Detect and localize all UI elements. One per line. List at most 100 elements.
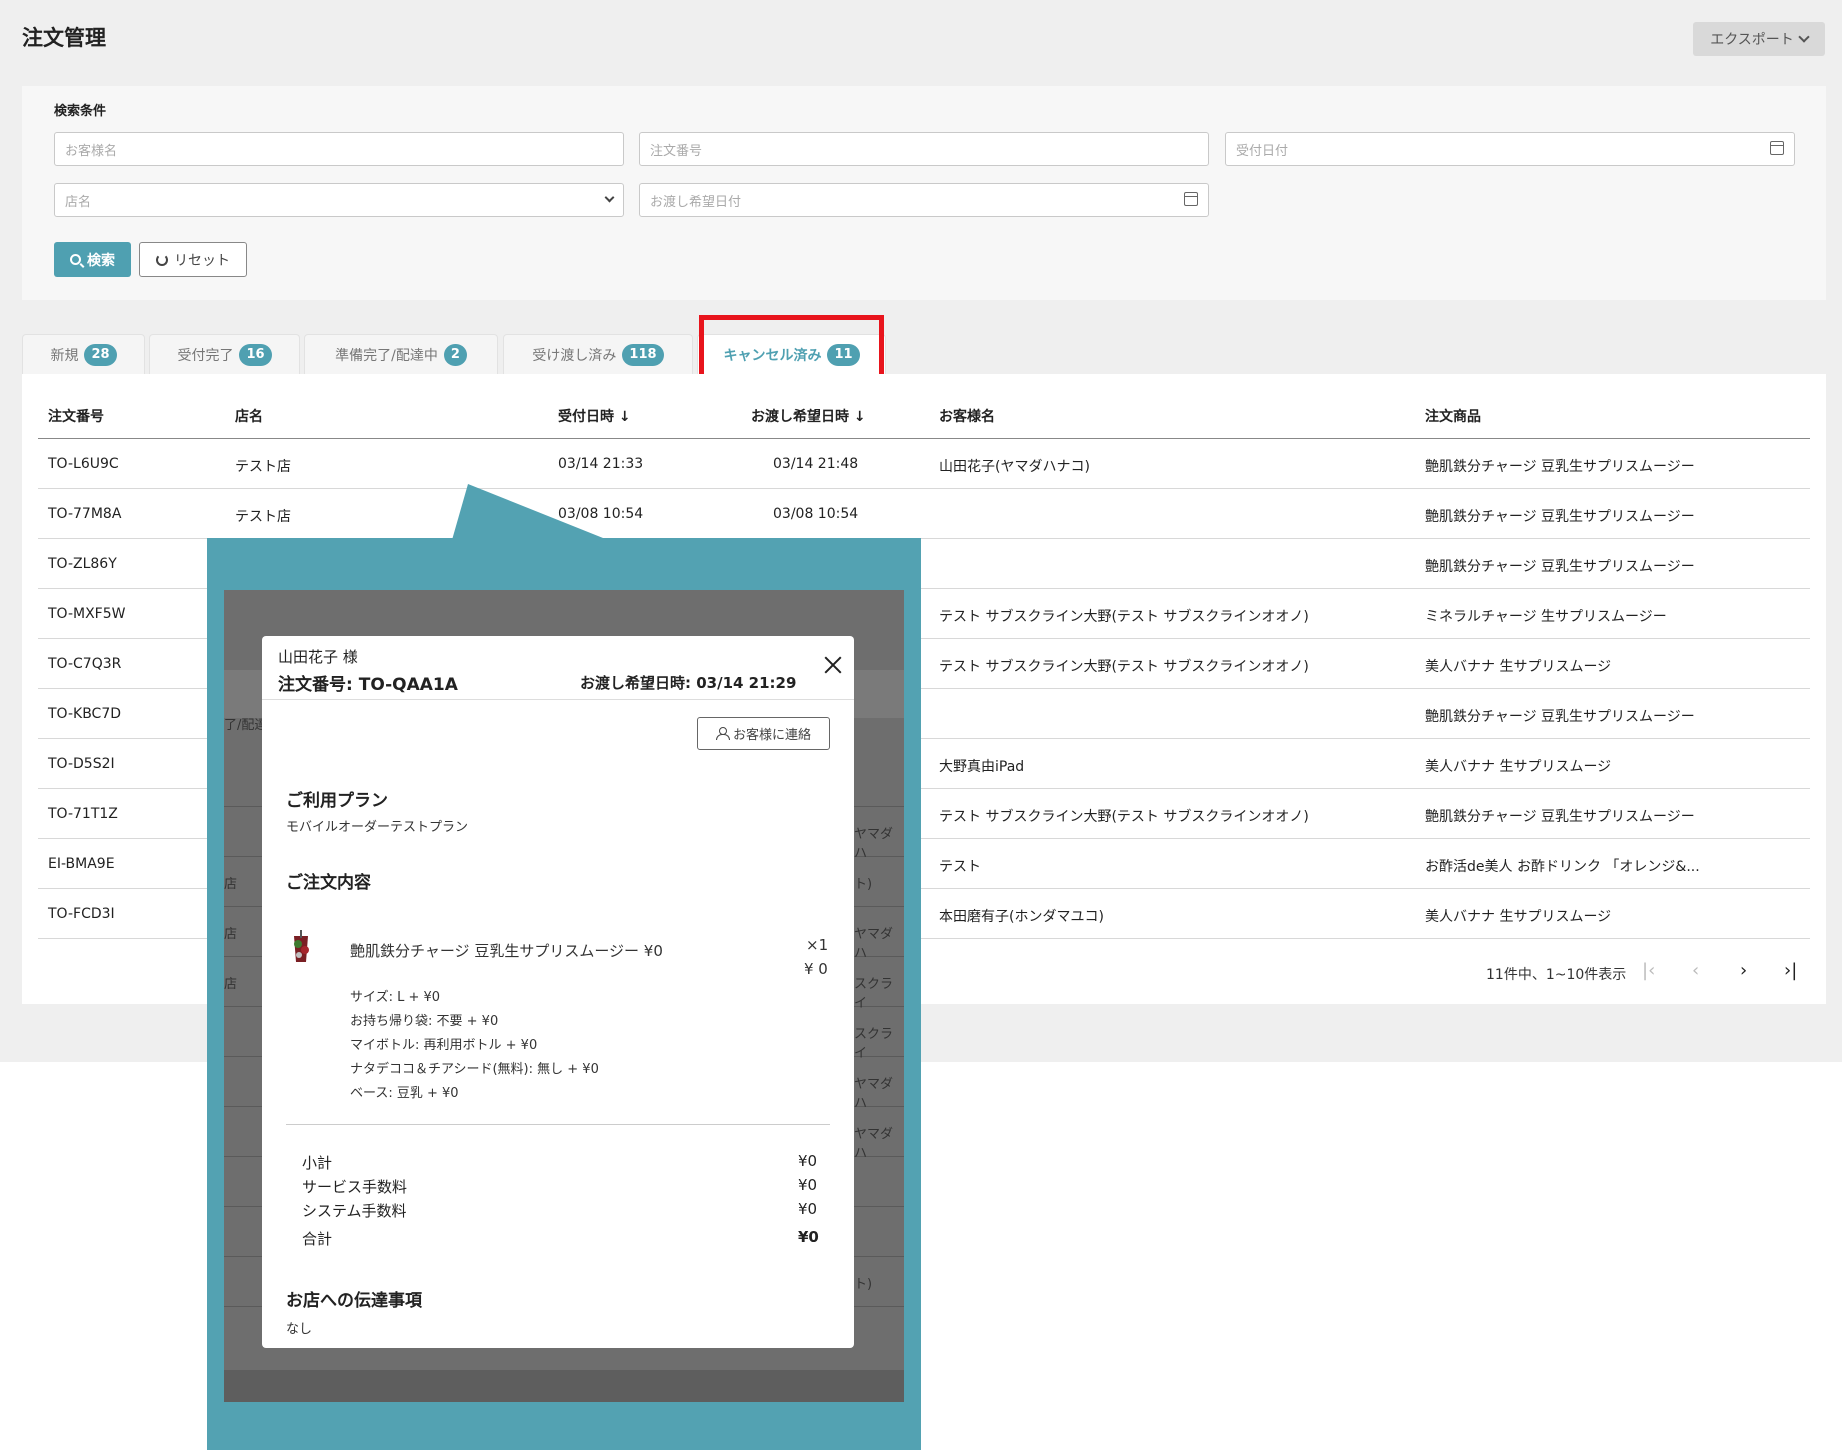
reset-button[interactable]: リセット [139,242,247,277]
cell-product: 艶肌鉄分チャージ 豆乳生サプリスムージー [1425,559,1695,575]
tab-ready-delivering[interactable]: 準備完了/配達中 2 [304,334,498,374]
shot-text-fragment: ト) [854,877,873,892]
modal-pickup-date: お渡し希望日時: 03/14 21:29 [580,674,797,692]
cell-product: 美人バナナ 生サプリスムージ [1425,759,1612,775]
item-quantity: ×1 [806,936,829,954]
tab-label: 準備完了/配達中 [335,347,438,364]
cell-order-number: TO-77M8A [48,506,122,522]
count-badge: 16 [239,343,272,366]
first-page-icon[interactable]: |‹ [1642,960,1655,981]
calendar-icon [1184,192,1198,206]
last-page-icon[interactable]: ›| [1784,960,1797,981]
system-fee-value: ¥0 [798,1200,818,1218]
cell-product: 美人バナナ 生サプリスムージ [1425,659,1612,675]
count-badge: 2 [443,343,467,366]
header-order-number[interactable]: 注文番号 [48,406,104,426]
cell-customer: 大野真由iPad [939,759,1025,775]
item-price: ¥ 0 [804,960,828,978]
pickup-date-placeholder: お渡し希望日付 [650,194,742,210]
shot-text-fragment: 店 [224,977,238,992]
modal-customer-name: 山田花子 様 [278,648,358,666]
cell-customer: テスト サブスクライン大野(テスト サブスクラインオオノ) [939,809,1309,825]
reset-button-label: リセット [174,252,230,269]
cell-order-number: EI-BMA9E [48,856,115,872]
table-row[interactable]: TO-77M8A テスト店 03/08 10:54 03/08 10:54 艶肌鉄分チャ… [38,489,1810,539]
chevron-down-icon [604,192,615,203]
total-label: 合計 [302,1230,333,1248]
pickup-date-input[interactable]: お渡し希望日付 [639,183,1209,217]
reload-icon [156,253,168,266]
close-icon[interactable] [822,654,844,676]
export-button[interactable]: エクスポート [1693,22,1825,56]
order-number-placeholder: 注文番号 [650,143,703,159]
item-name: 艶肌鉄分チャージ 豆乳生サプリスムージー ¥0 [350,942,663,960]
subtotal-label: 小計 [302,1154,333,1172]
item-option: お持ち帰り袋: 不要 + ¥0 [350,1014,499,1029]
cell-product: 艶肌鉄分チャージ 豆乳生サプリスムージー [1425,809,1695,825]
shot-text-fragment: ヤマダハ [854,1127,894,1161]
cell-customer: テスト サブスクライン大野(テスト サブスクラインオオノ) [939,659,1309,675]
count-badge: 118 [622,343,664,366]
tab-label: 新規 [50,347,79,364]
search-button-label: 検索 [87,252,115,269]
plan-heading: ご利用プラン [286,791,388,811]
item-option: サイズ: L + ¥0 [350,990,441,1005]
cell-product: お酢活de美人 お酢ドリンク 「オレンジ&... [1425,859,1700,875]
cell-order-number: TO-MXF5W [48,606,126,622]
search-panel: 検索条件 お客様名 注文番号 受付日付 店名 お渡し希望日付 検索 リセット [22,86,1826,300]
cell-customer: 本田磨有子(ホンダマユコ) [939,909,1104,925]
total-value: ¥0 [798,1228,819,1246]
received-date-placeholder: 受付日付 [1236,143,1289,159]
chevron-down-icon [1798,31,1810,43]
callout-pointer [452,484,608,540]
shot-text-fragment: 店 [224,927,238,942]
shot-footer-strip [224,1370,904,1402]
header-store[interactable]: 店名 [235,406,263,426]
item-option: ベース: 豆乳 + ¥0 [350,1086,459,1101]
cell-product: ミネラルチャージ 生サプリスムージー [1425,609,1667,625]
cell-order-number: TO-KBC7D [48,706,122,722]
customer-name-input[interactable]: お客様名 [54,132,624,166]
cell-order-number: TO-71T1Z [48,806,118,822]
shot-text-fragment: ト) [854,1277,873,1292]
search-button[interactable]: 検索 [54,242,131,277]
shot-text-fragment: 了/配達 [224,718,268,733]
store-placeholder: 店名 [65,194,92,210]
person-icon [715,727,730,740]
cell-product: 艶肌鉄分チャージ 豆乳生サプリスムージー [1425,509,1695,525]
header-pickup-at[interactable]: お渡し希望日時 ↓ [751,406,866,426]
store-select[interactable]: 店名 [54,183,624,217]
tab-handed-over[interactable]: 受け渡し済み 118 [503,334,693,374]
service-fee-value: ¥0 [798,1176,818,1194]
table-row[interactable]: TO-L6U9C テスト店 03/14 21:33 03/14 21:48 山田花子(ヤ… [38,439,1810,489]
search-icon [70,254,81,265]
item-option: ナタデココ＆チアシード(無料): 無し + ¥0 [350,1062,599,1077]
tab-accepted[interactable]: 受付完了 16 [149,334,300,374]
shot-text-fragment: スクライ [854,1027,894,1061]
header-customer[interactable]: お客様名 [939,406,995,426]
next-page-icon[interactable]: › [1740,960,1747,981]
prev-page-icon[interactable]: ‹ [1692,960,1699,981]
tab-label: 受付完了 [177,347,234,364]
tab-label: 受け渡し済み [532,347,617,364]
cell-product: 艶肌鉄分チャージ 豆乳生サプリスムージー [1425,459,1695,475]
item-option: マイボトル: 再利用ボトル + ¥0 [350,1038,538,1053]
cell-customer: テスト [939,859,981,875]
pagination-summary: 11件中、1~10件表示 [1486,967,1627,983]
received-date-input[interactable]: 受付日付 [1225,132,1795,166]
contact-customer-button[interactable]: お客様に連絡 [697,717,830,750]
order-number-input[interactable]: 注文番号 [639,132,1209,166]
cell-product: 艶肌鉄分チャージ 豆乳生サプリスムージー [1425,709,1695,725]
cell-pickup-at: 03/14 21:48 [773,456,859,472]
cell-product: 美人バナナ 生サプリスムージ [1425,909,1612,925]
header-product[interactable]: 注文商品 [1425,406,1481,426]
cell-customer: 山田花子(ヤマダハナコ) [939,459,1090,475]
tab-new[interactable]: 新規 28 [22,334,145,374]
page-title: 注文管理 [22,26,106,50]
product-thumbnail [294,930,309,962]
notes-heading: お店への伝達事項 [286,1291,422,1311]
header-received-at[interactable]: 受付日時 ↓ [558,406,631,426]
summary-divider [286,1124,830,1125]
export-label: エクスポート [1710,32,1794,48]
calendar-icon [1770,141,1784,155]
